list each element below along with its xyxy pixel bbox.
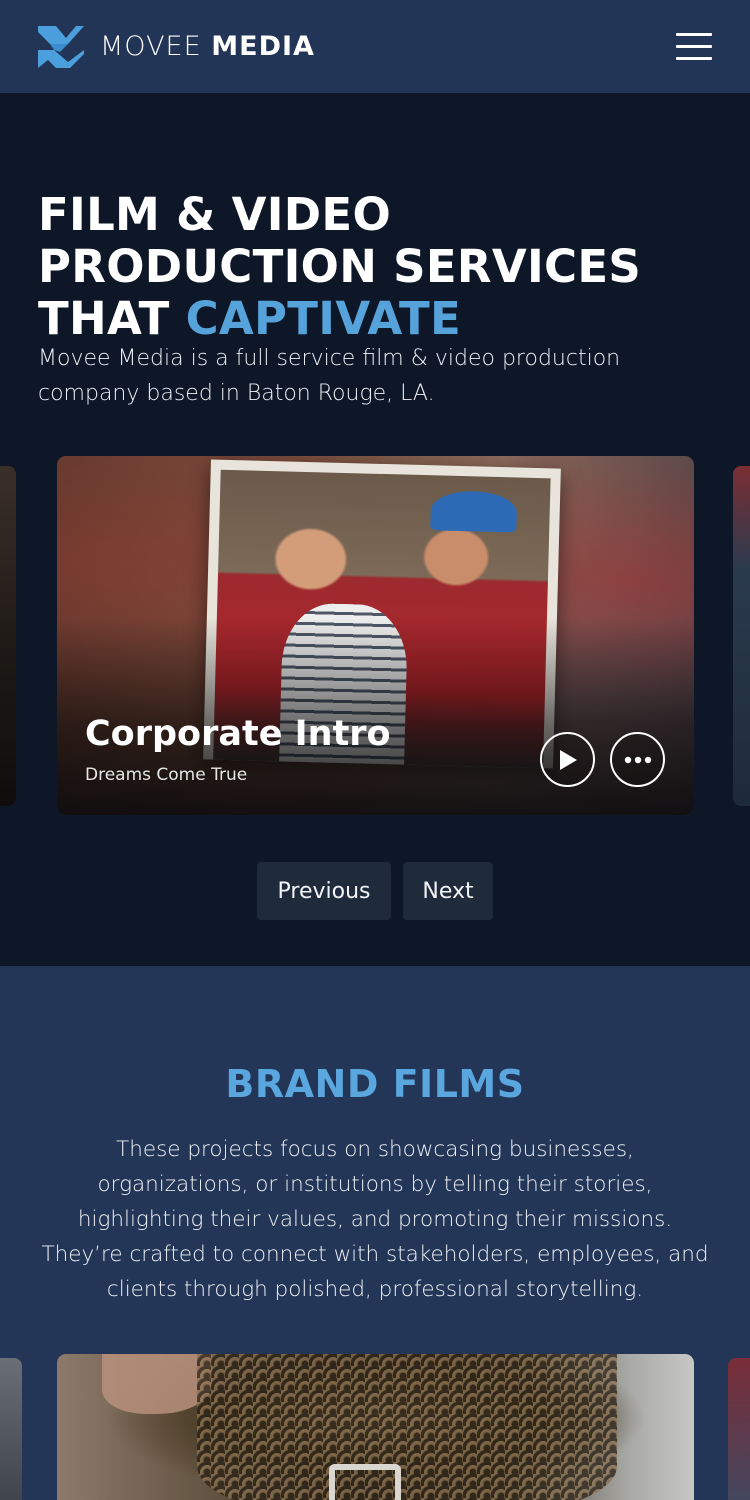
video-card-active[interactable]: Corporate Intro Dreams Come True — [57, 456, 694, 815]
menu-bar — [676, 57, 712, 60]
brand-name-bold: MEDIA — [211, 31, 315, 62]
brand-name: MOVEE MEDIA — [100, 31, 315, 62]
brand-films-description: These projects focus on showcasing busin… — [41, 1137, 709, 1302]
next-button[interactable]: Next — [403, 862, 493, 920]
more-options-icon — [624, 756, 651, 763]
brand-film-card[interactable] — [57, 1354, 694, 1500]
thumbnail-detail — [197, 1354, 617, 1500]
brand-films-prev-card-peek[interactable] — [0, 1358, 22, 1500]
hero-title-line-2: PRODUCTION SERVICES — [38, 240, 642, 293]
thumbnail-detail — [329, 1464, 401, 1500]
brand-films-section: BRAND FILMS These projects focus on show… — [0, 966, 750, 1500]
hero-title-accent: CAPTIVATE — [185, 292, 462, 345]
play-button[interactable] — [540, 732, 595, 787]
hero-lead: Movee Media is a full service film & vid… — [38, 346, 621, 406]
hamburger-menu-icon[interactable] — [668, 27, 712, 67]
brand-films-title: BRAND FILMS — [225, 1062, 525, 1106]
carousel-prev-card-peek[interactable] — [0, 466, 16, 806]
card-gradient-overlay — [57, 456, 694, 815]
brand-link[interactable]: MOVEE MEDIA — [38, 24, 315, 70]
hero-title: FILM & VIDEO PRODUCTION SERVICES THAT CA… — [38, 189, 718, 345]
previous-button[interactable]: Previous — [257, 862, 391, 920]
more-options-button[interactable] — [610, 732, 665, 787]
hero-title-line-3: THAT — [38, 292, 186, 345]
movee-logo-icon — [38, 25, 84, 68]
hero-title-line-1: FILM & VIDEO — [38, 188, 392, 241]
video-subtitle: Dreams Come True — [85, 765, 248, 785]
menu-bar — [676, 33, 712, 36]
brand-name-light: MOVEE — [100, 31, 202, 62]
hero-section: FILM & VIDEO PRODUCTION SERVICES THAT CA… — [0, 93, 750, 966]
carousel-next-card-peek[interactable] — [733, 466, 750, 806]
brand-films-next-card-peek[interactable] — [728, 1358, 750, 1500]
site-header: MOVEE MEDIA — [0, 0, 750, 93]
menu-bar — [676, 45, 712, 48]
video-title: Corporate Intro — [85, 714, 391, 754]
play-icon — [559, 749, 577, 770]
thumbnail-detail — [102, 1354, 212, 1414]
video-carousel: Corporate Intro Dreams Come True — [0, 456, 750, 816]
